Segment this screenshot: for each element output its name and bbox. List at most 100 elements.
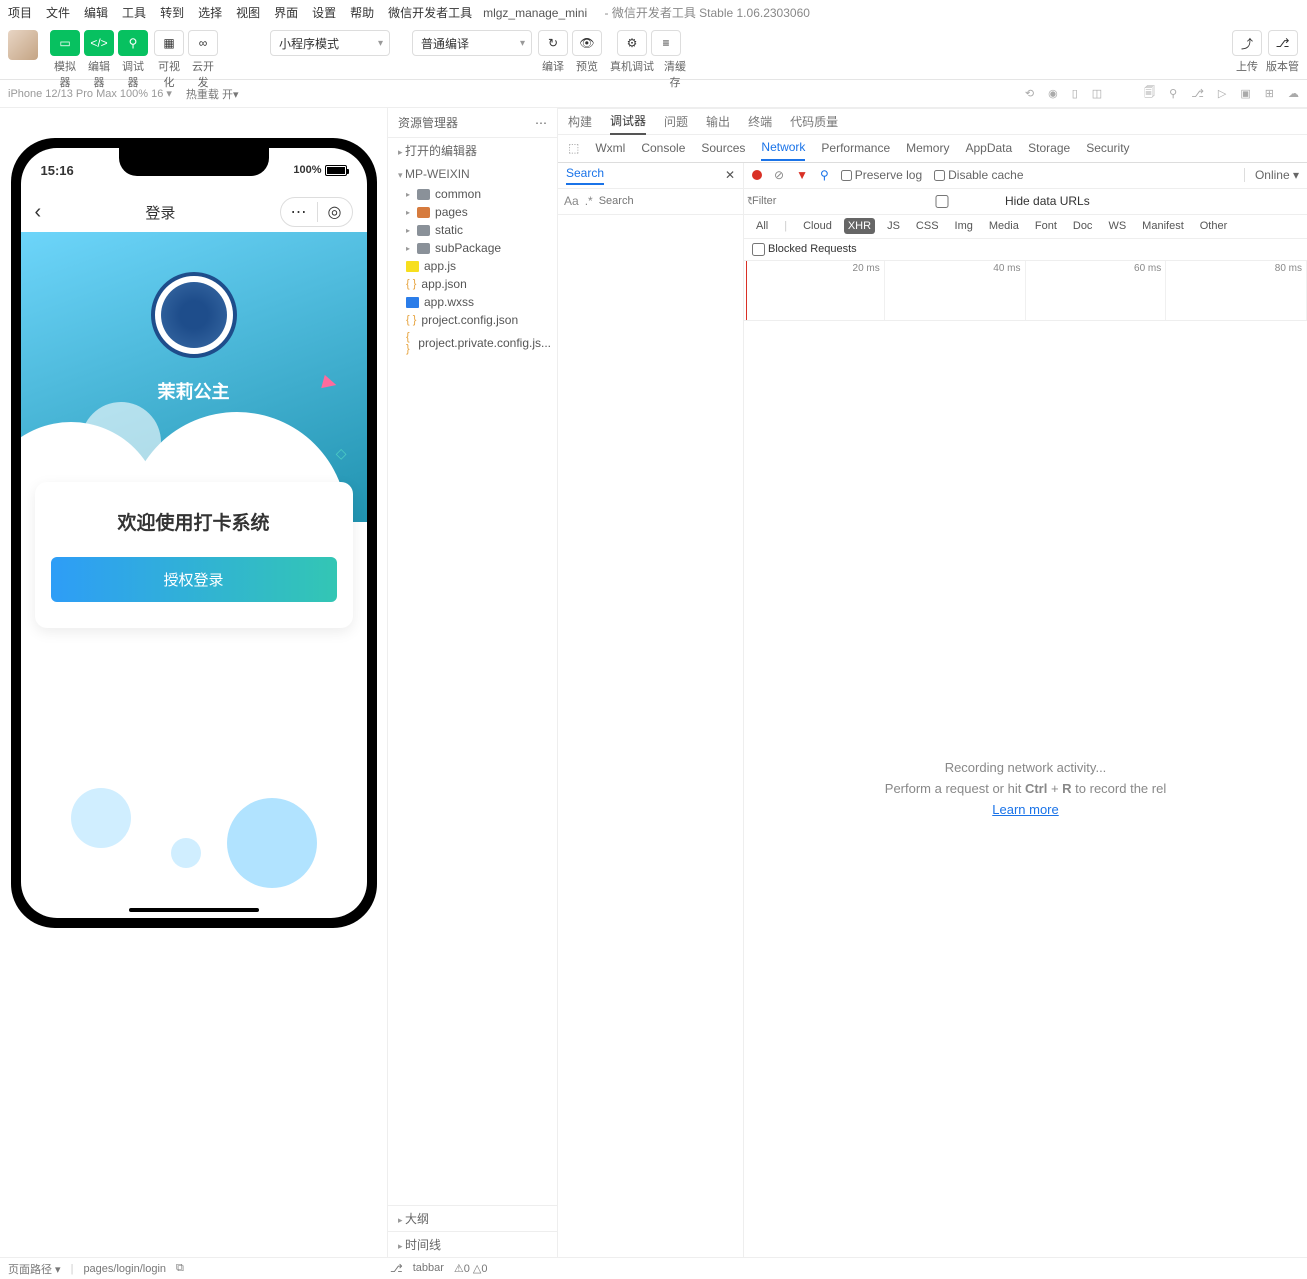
tab-terminal[interactable]: 终端	[748, 109, 772, 134]
opened-editors-section[interactable]: 打开的编辑器	[388, 138, 557, 163]
filter-js[interactable]: JS	[883, 218, 904, 234]
debugger-button[interactable]: ⚲	[118, 30, 148, 56]
debug-icon[interactable]: ▷	[1218, 87, 1226, 100]
tab-appdata[interactable]: AppData	[965, 136, 1012, 160]
tab-security[interactable]: Security	[1086, 136, 1129, 160]
tree-item[interactable]: static	[400, 221, 557, 239]
target-icon[interactable]: ◎	[318, 202, 352, 222]
tab-output[interactable]: 输出	[706, 109, 730, 134]
menu-view[interactable]: 视图	[236, 4, 260, 21]
timeline-section[interactable]: 时间线	[388, 1231, 557, 1257]
tab-performance[interactable]: Performance	[821, 136, 890, 160]
search-input[interactable]	[599, 195, 741, 207]
user-avatar[interactable]	[8, 30, 38, 60]
clear-cache-button[interactable]: ≡	[651, 30, 681, 56]
close-icon[interactable]: ✕	[725, 168, 735, 182]
menu-select[interactable]: 选择	[198, 4, 222, 21]
tab-storage[interactable]: Storage	[1028, 136, 1070, 160]
search-net-icon[interactable]: ⚲	[820, 168, 829, 182]
filter-css[interactable]: CSS	[912, 218, 943, 234]
tab-wxml[interactable]: Wxml	[595, 136, 625, 160]
learn-more-link[interactable]: Learn more	[992, 802, 1058, 817]
menu-wechat-devtools[interactable]: 微信开发者工具	[388, 4, 472, 21]
tab-network[interactable]: Network	[761, 135, 805, 161]
inspect-icon[interactable]: ⬚	[568, 136, 579, 160]
tree-item[interactable]: app.js	[400, 257, 557, 275]
filter-ws[interactable]: WS	[1104, 218, 1130, 234]
filter-img[interactable]: Img	[951, 218, 977, 234]
menu-help[interactable]: 帮助	[350, 4, 374, 21]
tab-build[interactable]: 构建	[568, 109, 592, 134]
files-icon[interactable]: 🗐	[1144, 84, 1155, 103]
tab-problems[interactable]: 问题	[664, 109, 688, 134]
upload-button[interactable]: ⤴	[1232, 30, 1262, 56]
outline-section[interactable]: 大纲	[388, 1205, 557, 1231]
menu-project[interactable]: 项目	[8, 4, 32, 21]
filter-manifest[interactable]: Manifest	[1138, 218, 1188, 234]
compile-select[interactable]: 普通编译	[412, 30, 532, 56]
filter-other[interactable]: Other	[1196, 218, 1232, 234]
record-dot-icon[interactable]	[752, 170, 762, 180]
menu-tools[interactable]: 工具	[122, 4, 146, 21]
search-tab[interactable]: Search	[566, 166, 604, 185]
authorize-login-button[interactable]: 授权登录	[51, 557, 337, 602]
grid-icon[interactable]: ⊞	[1265, 87, 1274, 100]
tab-console[interactable]: Console	[641, 136, 685, 160]
page-path-label[interactable]: 页面路径 ▾	[8, 1261, 61, 1277]
throttle-select[interactable]: Online ▾	[1244, 168, 1299, 182]
warnings-label[interactable]: ⚠0 △0	[454, 1262, 488, 1275]
search-icon[interactable]: ⚲	[1169, 87, 1177, 100]
ext-icon[interactable]: ▣	[1240, 87, 1250, 100]
window-icon[interactable]: ◫	[1092, 87, 1102, 100]
preserve-log-checkbox[interactable]: Preserve log	[841, 168, 922, 182]
tab-sources[interactable]: Sources	[701, 136, 745, 160]
menu-ui[interactable]: 界面	[274, 4, 298, 21]
device-icon[interactable]: ▯	[1072, 87, 1078, 100]
tree-item[interactable]: app.wxss	[400, 293, 557, 311]
filter-media[interactable]: Media	[985, 218, 1023, 234]
tabbar-label[interactable]: tabbar	[413, 1262, 444, 1275]
menu-settings[interactable]: 设置	[312, 4, 336, 21]
regex-icon[interactable]: .*	[585, 194, 593, 208]
filter-cloud[interactable]: Cloud	[799, 218, 836, 234]
tree-item[interactable]: pages	[400, 203, 557, 221]
filter-doc[interactable]: Doc	[1069, 218, 1097, 234]
page-path[interactable]: pages/login/login	[83, 1263, 166, 1275]
tree-item[interactable]: subPackage	[400, 239, 557, 257]
tree-item[interactable]: { }project.private.config.js...	[400, 329, 557, 357]
capsule[interactable]: ⋯◎	[280, 197, 353, 227]
remote-debug-button[interactable]: ⚙	[617, 30, 647, 56]
blocked-requests-checkbox[interactable]: Blocked Requests	[752, 243, 857, 256]
root-section[interactable]: MP-WEIXIN	[388, 163, 557, 185]
cloud-button[interactable]: ∞	[188, 30, 218, 56]
menu-goto[interactable]: 转到	[160, 4, 184, 21]
filter-xhr[interactable]: XHR	[844, 218, 875, 234]
more-icon[interactable]: ⋯	[535, 116, 547, 130]
refresh-icon[interactable]: ⟲	[1025, 87, 1034, 100]
menu-edit[interactable]: 编辑	[84, 4, 108, 21]
back-icon[interactable]: ‹	[35, 201, 42, 224]
tab-memory[interactable]: Memory	[906, 136, 949, 160]
mode-select[interactable]: 小程序模式	[270, 30, 390, 56]
record-icon[interactable]: ◉	[1048, 87, 1058, 100]
version-button[interactable]: ⎇	[1268, 30, 1298, 56]
hide-data-urls-checkbox[interactable]: Hide data URLs	[882, 194, 1090, 208]
tree-item[interactable]: { }app.json	[400, 275, 557, 293]
visual-button[interactable]: ▦	[154, 30, 184, 56]
network-timeline[interactable]: 20 ms 40 ms 60 ms 80 ms	[744, 261, 1307, 321]
preview-button[interactable]: 👁	[572, 30, 602, 56]
tab-debugger[interactable]: 调试器	[610, 108, 646, 135]
simulator-button[interactable]: ▭	[50, 30, 80, 56]
filter-input[interactable]	[752, 195, 872, 207]
disable-cache-checkbox[interactable]: Disable cache	[934, 168, 1023, 182]
tree-item[interactable]: { }project.config.json	[400, 311, 557, 329]
filter-all[interactable]: All	[752, 218, 772, 234]
menu-file[interactable]: 文件	[46, 4, 70, 21]
menu-dots-icon[interactable]: ⋯	[281, 202, 318, 222]
filter-font[interactable]: Font	[1031, 218, 1061, 234]
tree-item[interactable]: common	[400, 185, 557, 203]
copy-icon[interactable]: ⧉	[176, 1262, 184, 1275]
tab-code-quality[interactable]: 代码质量	[790, 109, 838, 134]
branch-icon[interactable]: ⎇	[1191, 87, 1204, 100]
editor-button[interactable]: </>	[84, 30, 114, 56]
